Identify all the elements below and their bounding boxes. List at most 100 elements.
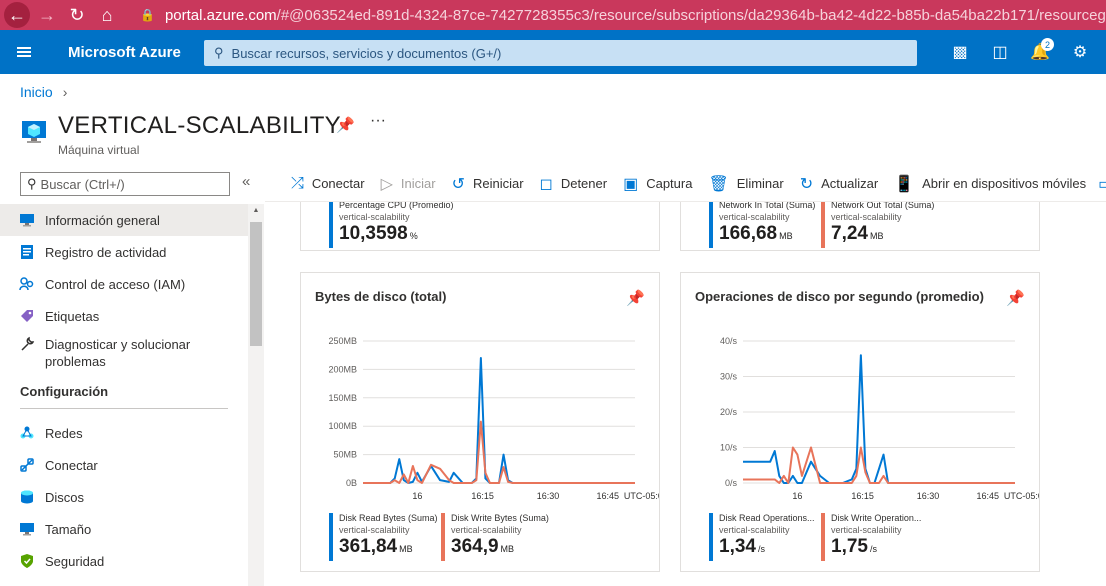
- disk-bytes-chart: 250MB 200MB 150MB 100MB 50MB 0B 16 16:15 16:30 16…: [328, 336, 659, 501]
- reload-icon[interactable]: ↻: [62, 0, 92, 30]
- global-search-input[interactable]: ⚲ Buscar recursos, servicios y documento…: [204, 40, 917, 66]
- sidebar-item-tags[interactable]: Etiquetas: [0, 300, 248, 332]
- home-icon[interactable]: ⌂: [92, 0, 122, 30]
- y-tick-label: 30/s: [720, 372, 738, 382]
- delete-label: Eliminar: [736, 176, 784, 191]
- metric-value-number: 7,24: [831, 223, 868, 244]
- chevron-right-icon: ›: [62, 84, 68, 100]
- x-tick-label: 16:45: [977, 491, 1000, 501]
- metric-color-bar: [709, 513, 713, 561]
- network-metric-card[interactable]: Network In Total (Suma) vertical-scalabi…: [680, 202, 1040, 251]
- sidebar-item-iam[interactable]: Control de acceso (IAM): [0, 268, 248, 300]
- brand-link[interactable]: Microsoft Azure: [48, 44, 204, 61]
- sidebar-scrollbar[interactable]: ▲: [248, 204, 264, 586]
- notifications-icon[interactable]: 🔔 2: [1020, 30, 1060, 74]
- sidebar-item-label: Control de acceso (IAM): [45, 276, 186, 292]
- metric-summary: Disk Write Bytes (Suma) vertical-scalabi…: [441, 513, 549, 561]
- metric-summary: Disk Read Bytes (Suma) vertical-scalabil…: [329, 513, 438, 561]
- scroll-up-arrow-icon[interactable]: ▲: [248, 204, 264, 218]
- sidebar-item-networking[interactable]: Redes: [0, 417, 248, 449]
- x-tick-label: 16:30: [917, 491, 940, 501]
- sidebar-item-label: Registro de actividad: [45, 244, 167, 260]
- sidebar-item-size[interactable]: Tamaño: [0, 513, 248, 545]
- open-mobile-label: Abrir en dispositivos móviles: [922, 176, 1087, 191]
- metric-summary: Percentage CPU (Promedio) vertical-scala…: [329, 202, 454, 248]
- people-icon: [18, 276, 36, 292]
- capture-button[interactable]: ▣ Captura: [615, 166, 700, 201]
- chart-title: Bytes de disco (total): [315, 289, 447, 304]
- forward-arrow-icon[interactable]: →: [32, 0, 62, 30]
- breadcrumb-home-link[interactable]: Inicio: [20, 84, 53, 100]
- metric-name: Disk Read Operations...: [719, 513, 815, 523]
- start-label: Iniciar: [400, 176, 436, 191]
- wrench-icon: [18, 336, 36, 352]
- metric-summary: Disk Read Operations... vertical-scalabi…: [709, 513, 815, 561]
- settings-gear-icon[interactable]: ⚙: [1060, 30, 1100, 74]
- cloud-shell-icon[interactable]: ▩: [940, 30, 980, 74]
- overview-content: Percentage CPU (Promedio) vertical-scala…: [265, 202, 1106, 586]
- sidebar-item-connect[interactable]: Conectar: [0, 449, 248, 481]
- y-tick-label: 10/s: [720, 443, 738, 453]
- connect-button[interactable]: ⤮ Conectar: [265, 166, 373, 201]
- command-bar: ⤮ Conectar ▷ Iniciar ↺ Reiniciar ◻ Detener ▣…: [265, 166, 1106, 202]
- menu-icon[interactable]: [0, 30, 48, 74]
- delete-button[interactable]: 🗑 Eliminar: [700, 166, 791, 201]
- y-tick-label: 40/s: [720, 336, 738, 346]
- scrollbar-thumb[interactable]: [250, 222, 262, 346]
- back-arrow-icon[interactable]: ←: [4, 2, 30, 28]
- connect-label: Conectar: [311, 176, 365, 191]
- url-domain: portal.azure.com: [164, 6, 277, 24]
- metric-unit: /s: [869, 544, 877, 554]
- x-tick-label: 16:15: [851, 491, 874, 501]
- sidebar-item-diagnose[interactable]: Diagnosticar y solucionar problemas: [0, 332, 248, 374]
- metric-name: Network Out Total (Suma): [831, 202, 935, 210]
- sidebar-item-label: Etiquetas: [45, 308, 100, 324]
- y-tick-label: 250MB: [328, 336, 357, 346]
- metric-resource: vertical-scalability: [831, 212, 902, 222]
- metric-color-bar: [821, 513, 825, 561]
- sidebar-item-disks[interactable]: Discos: [0, 481, 248, 513]
- feedback-icon: ▭: [1098, 174, 1106, 194]
- connect-icon: ⤮: [291, 174, 304, 192]
- sidebar-item-activity-log[interactable]: Registro de actividad: [0, 236, 248, 268]
- menu-search-placeholder: Buscar (Ctrl+/): [40, 176, 125, 192]
- metric-name: Disk Write Bytes (Suma): [451, 513, 549, 523]
- collapse-menu-icon[interactable]: «: [242, 173, 250, 190]
- sidebar-item-overview[interactable]: Información general: [0, 204, 248, 236]
- restart-label: Reiniciar: [472, 176, 524, 191]
- pin-icon[interactable]: 📌: [626, 289, 645, 307]
- address-bar[interactable]: 🔒 portal.azure.com/#@063524ed-891d-4324-…: [140, 2, 1106, 28]
- sidebar-item-security[interactable]: Seguridad: [0, 545, 248, 577]
- metric-unit: MB: [500, 544, 515, 554]
- sidebar-item-label: Conectar: [45, 457, 98, 473]
- monitor-icon: [18, 213, 36, 227]
- disk-operations-card[interactable]: Operaciones de disco por segundo (promed…: [680, 272, 1040, 572]
- refresh-button[interactable]: ↻ Actualizar: [792, 166, 886, 201]
- open-mobile-button[interactable]: 📱 Abrir en dispositivos móviles: [886, 166, 1094, 201]
- metric-resource: vertical-scalability: [339, 525, 410, 535]
- disk-bytes-card[interactable]: Bytes de disco (total) 📌 250MB 200MB 150MB…: [300, 272, 660, 572]
- stop-button[interactable]: ◻ Detener: [532, 166, 616, 201]
- series-line-read: [363, 357, 635, 484]
- metric-value-number: 1,75: [831, 536, 868, 557]
- metric-resource: vertical-scalability: [719, 212, 790, 222]
- network-icon: [18, 425, 36, 441]
- size-icon: [18, 522, 36, 536]
- metric-color-bar: [709, 202, 713, 248]
- x-tick-label: 16: [792, 491, 802, 501]
- restart-button[interactable]: ↺ Reiniciar: [444, 166, 532, 201]
- capture-label: Captura: [646, 176, 693, 191]
- more-options-icon[interactable]: ···: [370, 112, 386, 130]
- menu-search-input[interactable]: ⚲ Buscar (Ctrl+/): [20, 172, 230, 196]
- more-commands-button[interactable]: ▭: [1094, 166, 1106, 201]
- metric-unit: MB: [779, 231, 793, 241]
- pin-icon[interactable]: 📌: [336, 116, 355, 134]
- sidebar-section-heading: Configuración: [20, 383, 109, 399]
- metric-value: 10,3598%: [339, 223, 454, 247]
- directory-filter-icon[interactable]: ◫: [980, 30, 1020, 74]
- pin-icon[interactable]: 📌: [1006, 289, 1025, 307]
- play-icon: ▷: [380, 175, 393, 193]
- start-button[interactable]: ▷ Iniciar: [373, 166, 444, 201]
- cpu-metric-card[interactable]: Percentage CPU (Promedio) vertical-scala…: [300, 202, 660, 251]
- x-tick-label: 16:15: [471, 491, 494, 501]
